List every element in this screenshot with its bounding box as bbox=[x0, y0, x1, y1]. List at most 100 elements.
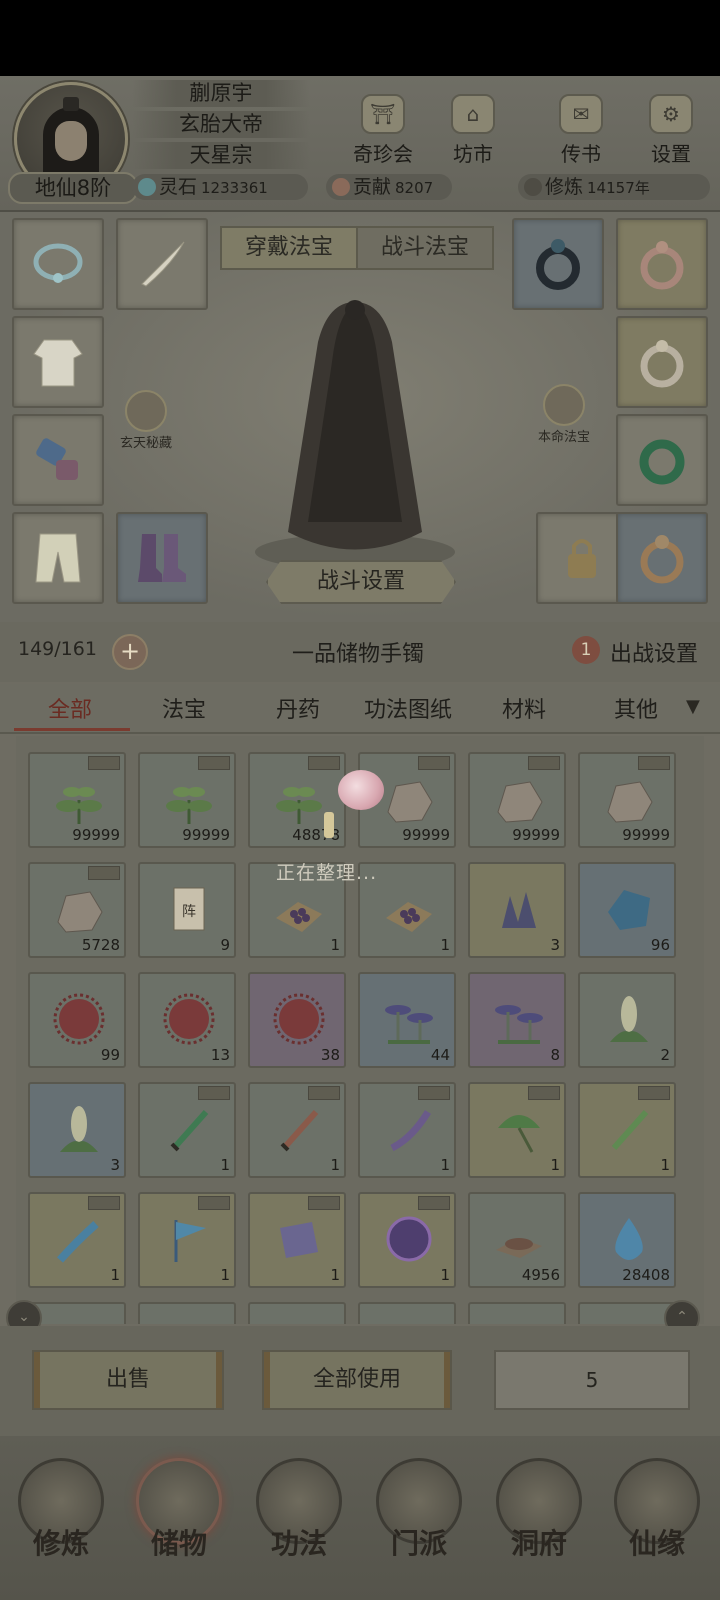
tab-others[interactable]: 其他 bbox=[614, 692, 658, 724]
nav-technique[interactable]: 功法 bbox=[246, 1458, 352, 1578]
inventory-item[interactable]: 1 bbox=[358, 1082, 456, 1178]
inventory-item[interactable]: 99 bbox=[28, 972, 126, 1068]
inventory-item[interactable]: 2 bbox=[578, 972, 676, 1068]
equip-slot-silver-ring[interactable] bbox=[616, 316, 708, 408]
item-tag bbox=[418, 1086, 450, 1100]
inventory-item[interactable]: 28408 bbox=[578, 1192, 676, 1288]
herb-icon bbox=[56, 787, 102, 824]
tab-battle-treasure[interactable]: 战斗法宝 bbox=[356, 226, 494, 270]
inventory-item[interactable]: 5728 bbox=[28, 862, 126, 958]
boots-icon bbox=[138, 534, 186, 582]
equip-slot-gauntlet[interactable] bbox=[12, 414, 104, 506]
equip-slot-jade-ring[interactable] bbox=[616, 414, 708, 506]
equip-slot-rose-ring[interactable] bbox=[616, 218, 708, 310]
equip-slot-robe[interactable] bbox=[12, 316, 104, 408]
item-count: 99 bbox=[100, 1046, 120, 1064]
nav-label: 功法 bbox=[270, 1527, 327, 1560]
nav-sect[interactable]: 门派 bbox=[366, 1458, 472, 1578]
sortie-settings-button[interactable]: 出战设置 bbox=[610, 636, 698, 668]
purple-scroll-icon bbox=[280, 1222, 318, 1258]
tab-materials[interactable]: 材料 bbox=[502, 692, 546, 724]
nav-cultivate[interactable]: 修炼 bbox=[8, 1458, 114, 1578]
crystal-cluster-icon bbox=[502, 892, 536, 928]
equip-slot-necklace[interactable] bbox=[12, 218, 104, 310]
tab-all[interactable]: 全部 bbox=[48, 692, 92, 724]
herb-icon bbox=[276, 787, 322, 824]
inventory-item[interactable]: 1 bbox=[138, 1082, 236, 1178]
tab-pills[interactable]: 丹药 bbox=[276, 692, 320, 724]
spiky-fruit-icon bbox=[53, 993, 105, 1045]
nav-label: 仙缘 bbox=[628, 1527, 685, 1560]
inventory-item[interactable]: 99999 bbox=[28, 752, 126, 848]
inventory-item[interactable] bbox=[248, 1302, 346, 1324]
inventory-item[interactable] bbox=[358, 1302, 456, 1324]
inventory-item[interactable]: 阵9 bbox=[138, 862, 236, 958]
realm-badge: 地仙8阶 bbox=[8, 172, 138, 204]
active-tab-underline bbox=[14, 728, 130, 731]
tab-technique-blueprints[interactable]: 功法图纸 bbox=[364, 692, 452, 724]
inventory-item[interactable]: 3 bbox=[28, 1082, 126, 1178]
battle-settings-button[interactable]: 战斗设置 bbox=[266, 560, 456, 604]
inventory-item[interactable]: 3 bbox=[468, 862, 566, 958]
inventory-item[interactable]: 99999 bbox=[578, 752, 676, 848]
inventory-item[interactable]: 4956 bbox=[468, 1192, 566, 1288]
inventory-item[interactable] bbox=[28, 1302, 126, 1324]
item-count: 4956 bbox=[521, 1266, 560, 1284]
nav-storage[interactable]: 储物 bbox=[126, 1458, 232, 1578]
item-count: 1 bbox=[110, 1266, 120, 1284]
sell-button[interactable]: 出售 bbox=[32, 1350, 224, 1410]
inventory-item[interactable]: 1 bbox=[468, 1082, 566, 1178]
use-all-button[interactable]: 全部使用 bbox=[262, 1350, 452, 1410]
resource-value: 8207 bbox=[395, 179, 434, 197]
equip-slot-pants[interactable] bbox=[12, 512, 104, 604]
quantity-input[interactable]: 5 bbox=[494, 1350, 690, 1410]
equip-slot-dragon-ring[interactable] bbox=[616, 512, 708, 604]
inventory-item[interactable]: 8 bbox=[468, 972, 566, 1068]
nav-cave[interactable]: 洞府 bbox=[486, 1458, 592, 1578]
skill-natal-treasure[interactable]: 本命法宝 bbox=[534, 384, 594, 445]
equip-slot-feather[interactable] bbox=[116, 218, 208, 310]
spiky-fruit-icon bbox=[163, 993, 215, 1045]
treasure-hall-button[interactable]: ⛩ 奇珍会 bbox=[348, 94, 418, 166]
inventory-item[interactable]: 1 bbox=[248, 1082, 346, 1178]
inventory-item[interactable]: 38 bbox=[248, 972, 346, 1068]
item-count: 2 bbox=[660, 1046, 670, 1064]
feather-icon bbox=[141, 241, 185, 287]
equip-slot-boots[interactable] bbox=[116, 512, 208, 604]
scroll-mail-button[interactable]: ✉ 传书 bbox=[546, 94, 616, 166]
avatar-crown bbox=[63, 97, 79, 111]
inventory-item[interactable] bbox=[468, 1302, 566, 1324]
skill-mystic-vault[interactable]: 玄天秘藏 bbox=[116, 390, 176, 451]
inventory-item[interactable]: 1 bbox=[578, 1082, 676, 1178]
expand-bag-button[interactable]: + bbox=[112, 634, 148, 670]
inventory-item[interactable]: 99999 bbox=[468, 752, 566, 848]
pants-icon bbox=[35, 533, 81, 583]
chevron-down-icon[interactable]: ▼ bbox=[686, 696, 700, 717]
tab-treasure[interactable]: 法宝 bbox=[162, 692, 206, 724]
item-count: 1 bbox=[330, 1266, 340, 1284]
inventory-item[interactable] bbox=[578, 1302, 676, 1324]
bag-header: 149/161 + 一品储物手镯 1 出战设置 bbox=[0, 622, 720, 682]
item-tag bbox=[528, 756, 560, 770]
equip-slot-locked[interactable] bbox=[536, 512, 628, 604]
ore-icon bbox=[387, 781, 433, 823]
inventory-item[interactable]: 96 bbox=[578, 862, 676, 958]
equip-slot-dark-ring[interactable] bbox=[512, 218, 604, 310]
inventory-item[interactable] bbox=[138, 1302, 236, 1324]
inventory-item[interactable]: 99999 bbox=[138, 752, 236, 848]
inventory-item[interactable]: 1 bbox=[248, 1192, 346, 1288]
item-tag bbox=[198, 756, 230, 770]
skill-label: 玄天秘藏 bbox=[119, 436, 172, 451]
market-button[interactable]: ⌂ 坊市 bbox=[438, 94, 508, 166]
item-tag bbox=[198, 1086, 230, 1100]
settings-button[interactable]: ⚙ 设置 bbox=[636, 94, 706, 166]
inventory-item[interactable]: 1 bbox=[28, 1192, 126, 1288]
inventory-item[interactable]: 44 bbox=[358, 972, 456, 1068]
silver-ring-icon bbox=[640, 340, 684, 388]
inventory-item[interactable]: 1 bbox=[358, 1192, 456, 1288]
nav-fate[interactable]: 仙缘 bbox=[604, 1458, 710, 1578]
tab-worn-treasure[interactable]: 穿戴法宝 bbox=[220, 226, 358, 270]
inventory-item[interactable]: 13 bbox=[138, 972, 236, 1068]
inventory-item[interactable]: 1 bbox=[138, 1192, 236, 1288]
mystic-vault-icon bbox=[125, 390, 167, 432]
